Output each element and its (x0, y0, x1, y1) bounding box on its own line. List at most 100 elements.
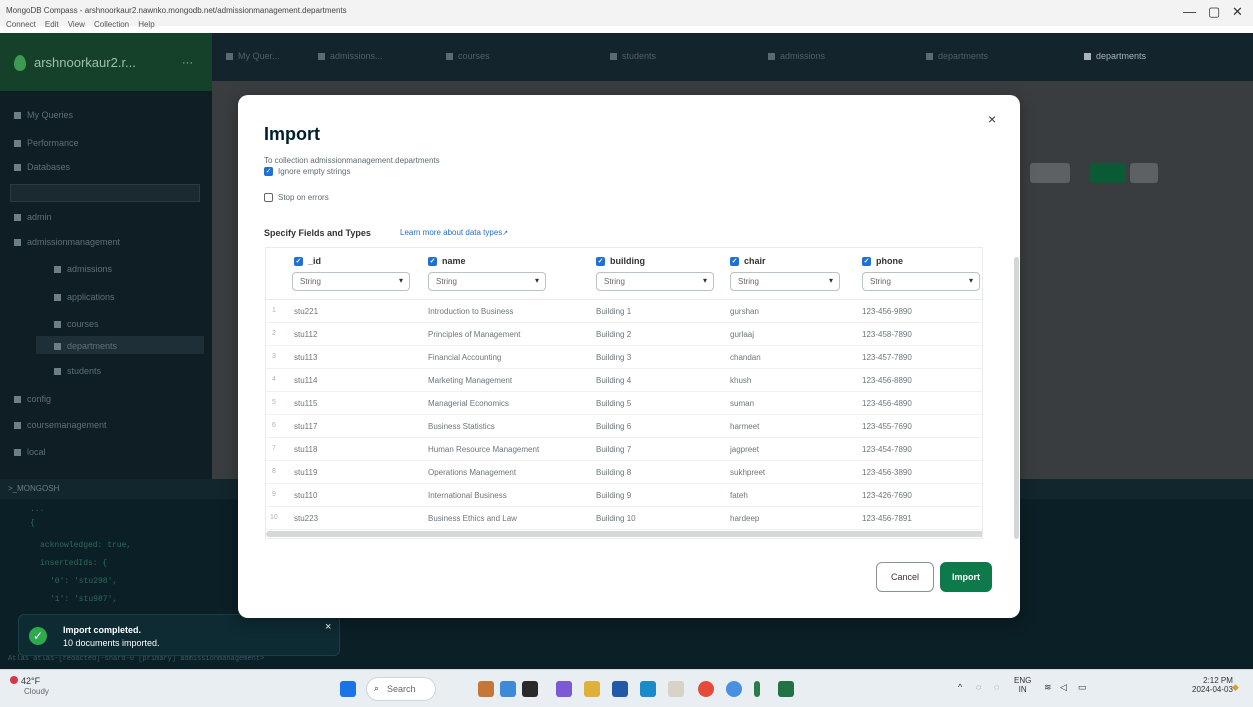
chevron-down-icon: ▾ (968, 276, 973, 285)
app-icon[interactable] (668, 681, 684, 697)
checkbox-checked-icon[interactable]: ✓ (294, 257, 303, 267)
learn-more-link[interactable]: Learn more about data types↗ (400, 228, 508, 237)
stop-on-errors-option[interactable]: Stop on errors (264, 193, 329, 203)
shell-line: acknowledged: true, (40, 541, 132, 550)
app-icon[interactable] (556, 681, 572, 697)
specify-fields-heading: Specify Fields and Types (264, 228, 371, 238)
weather-alert-icon (10, 676, 18, 684)
chevron-up-icon[interactable]: ^ (958, 682, 962, 692)
sidebar-item-local[interactable]: local (14, 447, 46, 457)
tab-departments-1[interactable]: departments (926, 51, 988, 61)
sidebar-item-performance[interactable]: Performance (14, 138, 79, 148)
taskbar-search[interactable]: ⌕ Search (366, 677, 436, 701)
horizontal-scrollbar[interactable] (266, 531, 982, 537)
notification-icon[interactable]: ◆ (1232, 682, 1239, 693)
tab-departments-active[interactable]: departments (1084, 51, 1146, 61)
checkbox-checked-icon[interactable]: ✓ (428, 257, 437, 267)
sidebar-item-databases[interactable]: Databases (14, 162, 70, 172)
app-icon[interactable] (522, 681, 538, 697)
language-indicator[interactable]: ENG IN (1014, 676, 1031, 694)
checkbox-checked-icon[interactable]: ✓ (264, 167, 273, 177)
taskbar-clock[interactable]: 2:12 PM 2024-04-03 (1192, 676, 1233, 694)
close-icon[interactable]: × (988, 111, 996, 127)
connection-bar[interactable]: arshnoorkaur2.r... ··· (0, 33, 212, 91)
external-link-icon: ↗ (502, 230, 509, 237)
shell-line: '0': 'stu298', (50, 577, 118, 586)
import-button[interactable]: Import (940, 562, 992, 592)
type-select-building[interactable]: String ▾ (596, 272, 714, 291)
chrome-icon[interactable] (726, 681, 742, 697)
file-explorer-icon[interactable] (584, 681, 600, 697)
vertical-scrollbar[interactable] (1014, 257, 1019, 539)
tab-my-queries[interactable]: My Quer... (226, 51, 280, 61)
find-button[interactable] (1090, 163, 1126, 183)
tabs-bar: My Quer... admissions... courses student… (212, 33, 1253, 81)
chrome-icon[interactable] (698, 681, 714, 697)
tray-icon[interactable]: ◌ (994, 682, 999, 692)
menu-bar: Connect Edit View Collection Help (0, 18, 300, 32)
edge-icon[interactable] (640, 681, 656, 697)
app-icon[interactable] (500, 681, 516, 697)
menu-edit[interactable]: Edit (45, 20, 59, 29)
type-select-chair[interactable]: String ▾ (730, 272, 840, 291)
sidebar-item-courses[interactable]: courses (54, 319, 99, 329)
sidebar-item-coursemanagement[interactable]: coursemanagement (14, 420, 107, 430)
volume-icon[interactable]: ◁ (1060, 682, 1067, 693)
app-icon[interactable] (754, 681, 760, 697)
sidebar-search-input[interactable] (10, 184, 200, 202)
maximize-button[interactable]: ▢ (1208, 4, 1220, 20)
sidebar-item-my-queries[interactable]: My Queries (14, 110, 73, 120)
ignore-empty-strings-option[interactable]: ✓ Ignore empty strings (264, 167, 350, 177)
app-icon[interactable] (612, 681, 628, 697)
checkbox-unchecked-icon[interactable] (264, 193, 273, 203)
field-header-building[interactable]: ✓ building (596, 256, 645, 267)
table-row: 10 stu223 Business Ethics and Law Building … (266, 507, 982, 530)
sidebar-item-departments[interactable]: departments (54, 341, 117, 351)
table-row: 2 stu112 Principles of Management Building … (266, 323, 982, 346)
checkbox-checked-icon[interactable]: ✓ (596, 257, 605, 267)
sidebar-item-admissionmanagement[interactable]: admissionmanagement (14, 237, 120, 247)
sidebar-item-students[interactable]: students (54, 366, 101, 376)
field-header-phone[interactable]: ✓ phone (862, 256, 903, 267)
toast-close-icon[interactable]: × (325, 621, 331, 633)
start-icon[interactable] (340, 681, 356, 697)
field-header-id[interactable]: ✓ _id (294, 256, 321, 267)
tray-icon[interactable]: ◌ (976, 682, 981, 692)
menu-collection[interactable]: Collection (94, 20, 129, 29)
excel-icon[interactable] (778, 681, 794, 697)
sidebar-item-admin[interactable]: admin (14, 212, 52, 222)
menu-connect[interactable]: Connect (6, 20, 36, 29)
app-icon[interactable] (478, 681, 494, 697)
field-header-chair[interactable]: ✓ chair (730, 256, 766, 267)
sidebar-item-applications[interactable]: applications (54, 292, 115, 302)
shell-prompt[interactable]: Atlas atlas-[redacted]-shard-0 [primary]… (8, 655, 264, 663)
connection-name: arshnoorkaur2.r... (34, 55, 136, 70)
connection-menu-icon[interactable]: ··· (182, 57, 193, 69)
minimize-button[interactable]: — (1183, 4, 1196, 19)
menu-help[interactable]: Help (138, 20, 154, 29)
type-select-id[interactable]: String ▾ (292, 272, 410, 291)
checkbox-checked-icon[interactable]: ✓ (730, 257, 739, 267)
mongodb-leaf-icon (14, 55, 26, 71)
wifi-icon[interactable]: ≋ (1044, 682, 1052, 693)
cancel-button[interactable]: Cancel (876, 562, 934, 592)
type-select-phone[interactable]: String ▾ (862, 272, 980, 291)
field-header-name[interactable]: ✓ name (428, 256, 466, 267)
close-window-button[interactable]: ✕ (1232, 4, 1243, 20)
checkbox-checked-icon[interactable]: ✓ (862, 257, 871, 267)
chevron-down-icon: ▾ (702, 276, 707, 285)
reset-button[interactable] (1030, 163, 1070, 183)
table-row: 6 stu117 Business Statistics Building 6 harm… (266, 415, 982, 438)
menu-view[interactable]: View (68, 20, 85, 29)
sidebar-item-config[interactable]: config (14, 394, 51, 404)
tab-admissions-1[interactable]: admissions... (318, 51, 383, 61)
weather-widget[interactable]: 42°F Cloudy (10, 676, 49, 696)
target-collection-text: To collection admissionmanagement.depart… (264, 156, 440, 165)
sidebar-item-admissions[interactable]: admissions (54, 264, 112, 274)
battery-icon[interactable]: ▭ (1078, 682, 1087, 693)
explain-button[interactable] (1130, 163, 1158, 183)
tab-students[interactable]: students (610, 51, 656, 61)
tab-admissions-2[interactable]: admissions (768, 51, 825, 61)
tab-courses[interactable]: courses (446, 51, 490, 61)
type-select-name[interactable]: String ▾ (428, 272, 546, 291)
